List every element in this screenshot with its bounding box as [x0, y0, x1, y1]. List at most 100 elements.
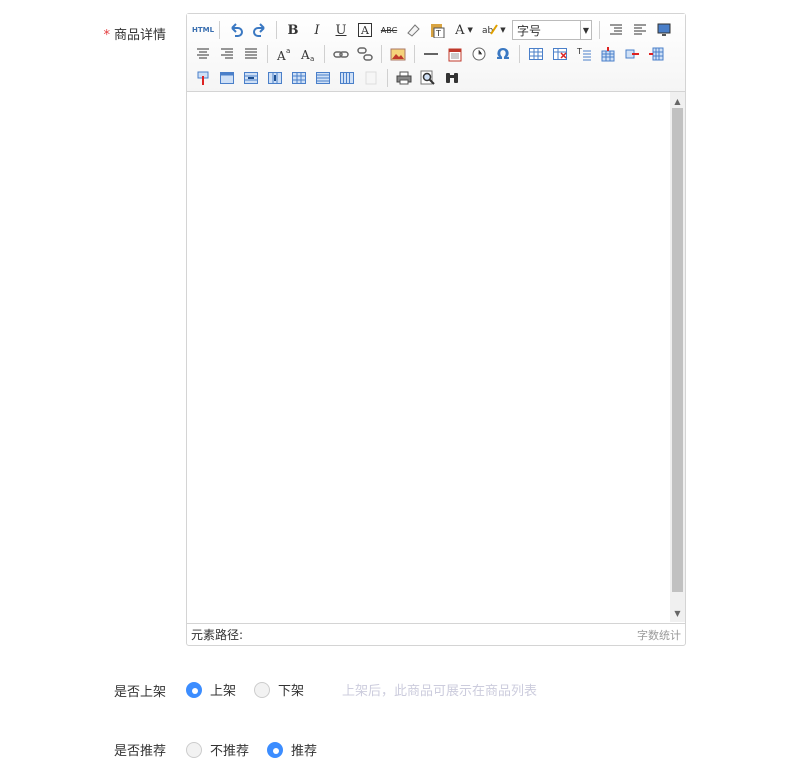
justify-icon	[245, 48, 257, 59]
split-to-cells-button[interactable]	[288, 68, 310, 88]
recommend-option-yes-label: 推荐	[291, 744, 318, 759]
scroll-up-icon[interactable]: ▲	[670, 94, 685, 108]
unlink-icon	[357, 47, 373, 61]
split-to-cols-button[interactable]	[336, 68, 358, 88]
horizontal-rule-icon	[424, 53, 438, 55]
align-center-icon	[197, 48, 209, 59]
merge-down-icon	[268, 72, 282, 84]
editor-toolbar: HTML B I U A ABC T A ▼ ab ▼ 字号 ▼ A a A a…	[187, 14, 685, 92]
insert-column-button[interactable]	[645, 44, 667, 64]
image-button[interactable]	[387, 44, 409, 64]
delete-row-button[interactable]	[621, 44, 643, 64]
toolbar-divider	[276, 21, 277, 39]
split-to-rows-button[interactable]	[312, 68, 334, 88]
print-button[interactable]	[393, 68, 415, 88]
radio-unchecked-icon[interactable]	[186, 741, 202, 758]
merge-right-button[interactable]	[240, 68, 262, 88]
onsale-option-on[interactable]: 上架	[186, 680, 236, 699]
redo-button[interactable]	[249, 20, 271, 40]
undo-button[interactable]	[225, 20, 247, 40]
date-button[interactable]	[444, 44, 466, 64]
paste-text-button[interactable]: T	[426, 20, 448, 40]
insert-column-icon	[649, 47, 664, 61]
chevron-down-icon: ▼	[580, 21, 591, 39]
merge-cells-button[interactable]	[216, 68, 238, 88]
svg-text:A: A	[276, 49, 286, 62]
align-center-button[interactable]	[192, 44, 214, 64]
delete-column-button[interactable]	[192, 68, 214, 88]
detail-label: * 商品详情	[103, 24, 166, 43]
font-color-button[interactable]: A ▼	[450, 20, 478, 40]
indent-button[interactable]	[605, 20, 627, 40]
html-source-button[interactable]: HTML	[192, 20, 214, 40]
scroll-down-icon[interactable]: ▼	[670, 606, 685, 620]
italic-button[interactable]: I	[306, 20, 328, 40]
merge-down-button[interactable]	[264, 68, 286, 88]
toolbar-divider	[599, 21, 600, 39]
printer-icon	[396, 71, 412, 85]
svg-text:T: T	[435, 29, 441, 38]
search-replace-button[interactable]	[441, 68, 463, 88]
align-left-button[interactable]	[629, 20, 651, 40]
recommend-option-yes[interactable]: 推荐	[267, 740, 317, 759]
svg-text:T: T	[576, 47, 582, 56]
strikethrough-button[interactable]: ABC	[378, 20, 400, 40]
superscript-button[interactable]: Aa	[273, 44, 295, 64]
superscript-icon: Aa	[276, 47, 290, 62]
delete-row-icon	[625, 49, 639, 59]
clock-icon	[472, 47, 486, 61]
toolbar-divider	[414, 45, 415, 63]
insert-paragraph-before-table-button[interactable]: T	[573, 44, 595, 64]
recommend-label: 是否推荐	[113, 744, 166, 759]
special-char-button[interactable]: Ω	[492, 44, 514, 64]
insert-table-button[interactable]	[525, 44, 547, 64]
scrollbar-thumb[interactable]	[672, 108, 683, 592]
toolbar-divider	[219, 21, 220, 39]
fullscreen-button[interactable]	[653, 20, 675, 40]
editor-scrollbar[interactable]: ▲ ▼	[670, 92, 685, 622]
justify-button[interactable]	[240, 44, 262, 64]
eraser-icon	[407, 24, 420, 37]
required-mark: *	[103, 28, 110, 43]
radio-checked-icon[interactable]	[186, 681, 202, 698]
toolbar-divider	[267, 45, 268, 63]
subscript-button[interactable]: Aa	[297, 44, 319, 64]
underline-button[interactable]: U	[330, 20, 352, 40]
svg-text:a: a	[310, 55, 314, 62]
template-button[interactable]	[360, 68, 382, 88]
onsale-option-off[interactable]: 下架	[254, 680, 304, 699]
font-size-select[interactable]: 字号 ▼	[512, 20, 592, 40]
font-border-button[interactable]: A	[354, 20, 376, 40]
radio-checked-icon[interactable]	[267, 741, 284, 758]
merge-cells-icon	[220, 72, 234, 84]
delete-column-icon	[197, 71, 209, 85]
link-button[interactable]	[330, 44, 352, 64]
editor-content-area[interactable]: ▲ ▼	[187, 92, 685, 622]
eraser-button[interactable]	[402, 20, 424, 40]
subscript-icon: Aa	[300, 48, 314, 62]
insert-row-icon	[601, 47, 615, 62]
chevron-down-icon: ▼	[467, 26, 473, 34]
align-right-button[interactable]	[216, 44, 238, 64]
svg-text:A: A	[300, 48, 310, 62]
recommend-option-no[interactable]: 不推荐	[186, 740, 249, 759]
image-icon	[390, 48, 406, 61]
unlink-button[interactable]	[354, 44, 376, 64]
time-button[interactable]	[468, 44, 490, 64]
link-icon	[333, 51, 349, 58]
table-icon	[529, 48, 543, 60]
bold-button[interactable]: B	[282, 20, 304, 40]
delete-table-button[interactable]	[549, 44, 571, 64]
horizontal-rule-button[interactable]	[420, 44, 442, 64]
blank-page-icon	[365, 71, 377, 85]
highlight-color-button[interactable]: ab ▼	[480, 20, 508, 40]
font-size-value: 字号	[517, 23, 542, 38]
svg-text:a: a	[286, 47, 290, 55]
binoculars-icon	[446, 73, 458, 83]
radio-unchecked-icon[interactable]	[254, 681, 271, 698]
highlighter-icon: ab	[482, 24, 499, 36]
font-border-icon: A	[358, 23, 372, 37]
insert-row-button[interactable]	[597, 44, 619, 64]
toolbar-row-3	[191, 66, 681, 90]
preview-button[interactable]	[417, 68, 439, 88]
